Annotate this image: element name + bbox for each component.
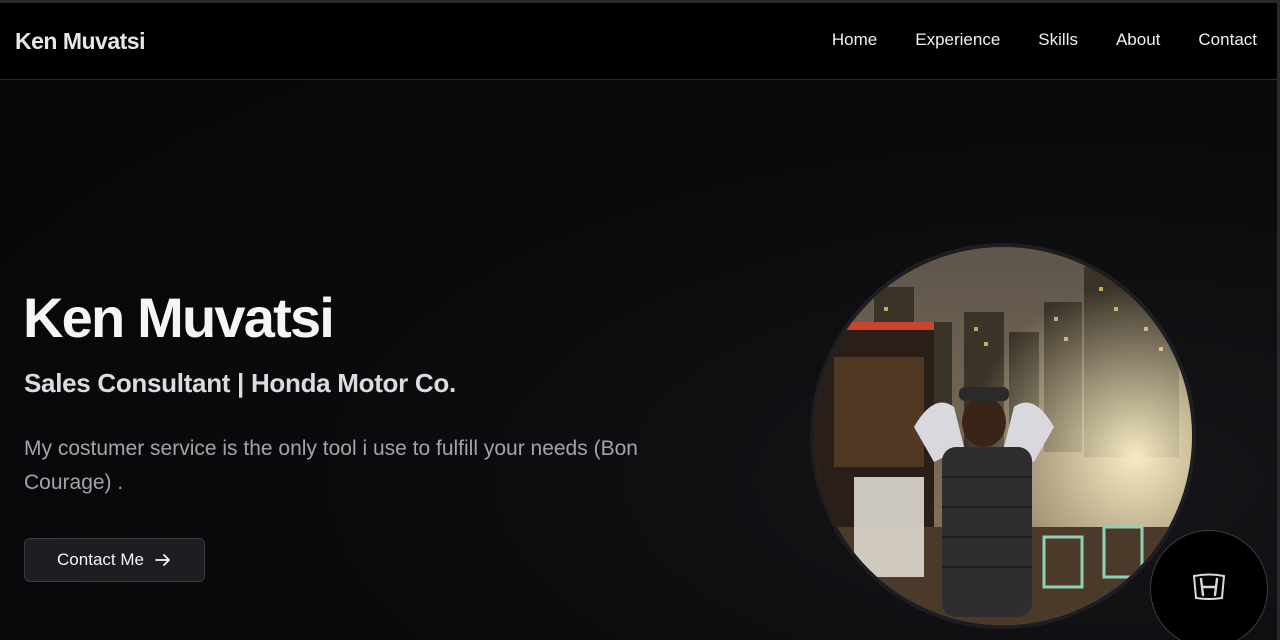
nav-link-contact[interactable]: Contact	[1198, 30, 1257, 50]
arrow-right-icon	[154, 551, 172, 569]
hero-name: Ken Muvatsi	[23, 286, 335, 349]
hero-description: My costumer service is the only tool i u…	[24, 437, 638, 494]
page: Ken Muvatsi Home Experience Skills About…	[0, 0, 1280, 640]
nav-link-home[interactable]: Home	[832, 30, 877, 50]
contact-me-button[interactable]: Contact Me	[24, 538, 205, 582]
honda-logo-icon	[1191, 573, 1227, 606]
contact-me-label: Contact Me	[57, 550, 144, 569]
profile-photo	[810, 243, 1196, 629]
brand-logo-text[interactable]: Ken Muvatsi	[15, 28, 145, 55]
nav-links: Home Experience Skills About Contact	[794, 30, 1257, 50]
nav-link-experience[interactable]: Experience	[915, 30, 1000, 50]
honda-badge[interactable]	[1150, 530, 1268, 640]
hero-role: Sales Consultant | Honda Motor Co.	[24, 368, 456, 398]
nav-link-skills[interactable]: Skills	[1038, 30, 1078, 50]
nav-link-about[interactable]: About	[1116, 30, 1160, 50]
navbar: Ken Muvatsi Home Experience Skills About…	[0, 3, 1277, 80]
